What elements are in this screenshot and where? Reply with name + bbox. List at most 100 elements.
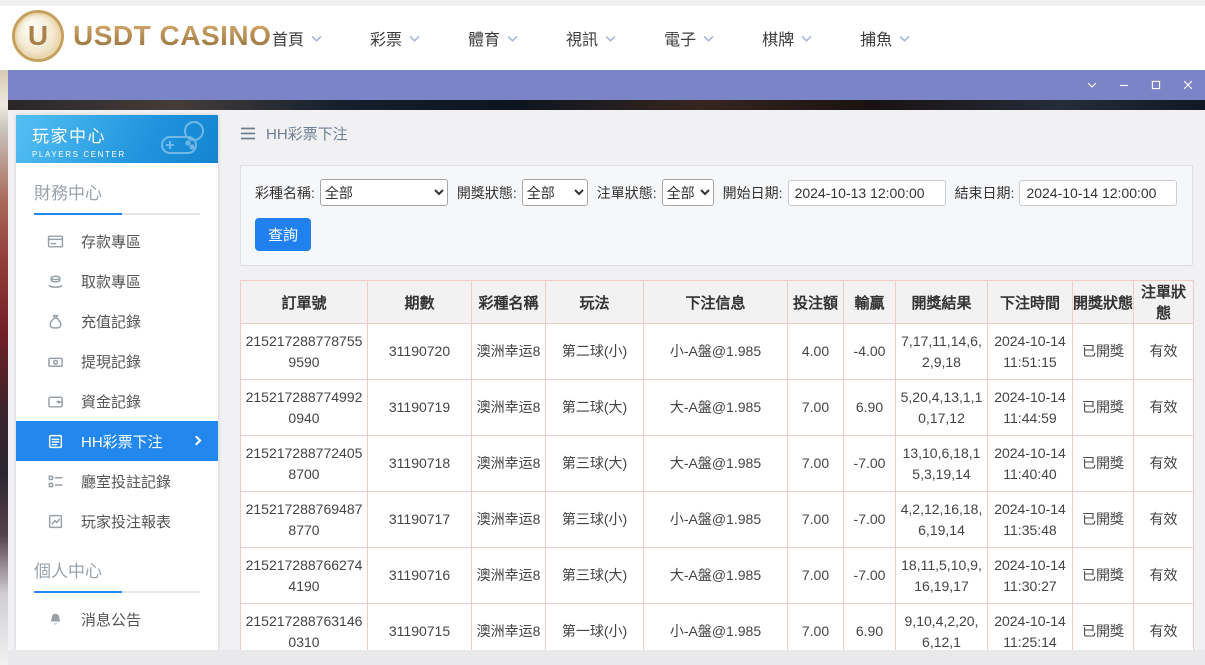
- window-titlebar[interactable]: [8, 70, 1205, 100]
- table-cell: 4.00: [788, 324, 844, 380]
- table-cell: 2152172887749920940: [241, 380, 368, 436]
- app-window: 玩家中心 PLAYERS CENTER 財務中心存款專區取款專區充值記錄提現記錄…: [8, 70, 1205, 665]
- table-cell: 31190720: [368, 324, 472, 380]
- nav-item-6[interactable]: 捕魚: [860, 26, 910, 50]
- room-bets-icon: [47, 473, 64, 490]
- lottery-bets-icon: [47, 433, 64, 450]
- sidebar-item-0-3[interactable]: 提現記錄: [16, 341, 218, 381]
- sidebar-item-0-4[interactable]: 資金記錄: [16, 381, 218, 421]
- start-date-input[interactable]: [788, 180, 946, 206]
- order-status-select[interactable]: 全部: [662, 179, 714, 206]
- bottom-scroll-strip[interactable]: [8, 650, 1205, 665]
- nav-item-label: 首頁: [272, 26, 304, 50]
- top-navigation-bar: U USDT CASINO 首頁 彩票 體育 視訊 電子 棋牌 捕魚: [0, 0, 1205, 70]
- logo[interactable]: U USDT CASINO: [12, 10, 271, 62]
- table-row: 215217288774992094031190719澳洲幸运8第二球(大)大-…: [241, 380, 1194, 436]
- funds-record-icon: [47, 393, 64, 410]
- end-date-label: 結束日期:: [955, 183, 1015, 203]
- table-cell: 第二球(小): [546, 324, 644, 380]
- sidebar-item-0-7[interactable]: 玩家投注報表: [16, 501, 218, 541]
- table-cell: 澳洲幸运8: [472, 492, 546, 548]
- table-cell: 7.00: [788, 436, 844, 492]
- main-content: HH彩票下注 彩種名稱: 全部 開獎狀態: 全部 注單狀態: 全部 開始日期: …: [240, 110, 1193, 665]
- table-cell: 2024-10-14 11:51:15: [988, 324, 1073, 380]
- sidebar-item-0-0[interactable]: 存款專區: [16, 221, 218, 261]
- section-underline: [34, 213, 200, 215]
- table-cell: 2152172887724058700: [241, 436, 368, 492]
- lottery-name-label: 彩種名稱:: [255, 183, 315, 203]
- section-underline: [34, 591, 200, 593]
- nav-item-0[interactable]: 首頁: [272, 26, 322, 50]
- main-nav: 首頁 彩票 體育 視訊 電子 棋牌 捕魚: [272, 6, 910, 70]
- sidebar-item-0-6[interactable]: 廳室投註記錄: [16, 461, 218, 501]
- column-header: 投注額: [788, 281, 844, 324]
- nav-item-2[interactable]: 體育: [468, 26, 518, 50]
- draw-status-select[interactable]: 全部: [522, 179, 588, 206]
- table-cell: 澳洲幸运8: [472, 436, 546, 492]
- table-cell: 大-A盤@1.985: [644, 380, 788, 436]
- table-cell: 7.00: [788, 380, 844, 436]
- window-close-button[interactable]: [1178, 74, 1197, 96]
- table-cell: 31190718: [368, 436, 472, 492]
- chevron-down-icon: [409, 35, 420, 43]
- table-cell: -7.00: [844, 548, 896, 604]
- deposit-icon: [47, 233, 64, 250]
- nav-item-5[interactable]: 棋牌: [762, 26, 812, 50]
- nav-item-3[interactable]: 視訊: [566, 26, 616, 50]
- table-cell: 有效: [1134, 492, 1194, 548]
- sidebar-item-label: 廳室投註記錄: [81, 471, 171, 492]
- page-title: HH彩票下注: [266, 123, 348, 144]
- minimize-icon: [1118, 79, 1130, 91]
- table-cell: 澳洲幸运8: [472, 324, 546, 380]
- notice-icon: [47, 611, 64, 628]
- column-header: 下注時間: [988, 281, 1073, 324]
- table-cell: 7.00: [788, 492, 844, 548]
- nav-item-label: 視訊: [566, 26, 598, 50]
- table-cell: 2024-10-14 11:40:40: [988, 436, 1073, 492]
- table-cell: 已開獎: [1073, 324, 1134, 380]
- bets-table: 訂單號期數彩種名稱玩法下注信息投注額輸贏開獎結果下注時間開獎狀態注單狀態 215…: [240, 280, 1194, 665]
- gamepad-icon: [154, 119, 208, 159]
- table-cell: 31190717: [368, 492, 472, 548]
- search-button[interactable]: 查詢: [255, 218, 311, 251]
- sidebar-item-label: 存款專區: [81, 231, 141, 252]
- table-cell: 31190716: [368, 548, 472, 604]
- table-cell: 2152172887787559590: [241, 324, 368, 380]
- column-header: 輸贏: [844, 281, 896, 324]
- table-cell: 4,2,12,16,18,6,19,14: [896, 492, 988, 548]
- sidebar-item-0-1[interactable]: 取款專區: [16, 261, 218, 301]
- withdrawal-record-icon: [47, 353, 64, 370]
- column-header: 期數: [368, 281, 472, 324]
- logo-text: USDT CASINO: [73, 20, 271, 52]
- chevron-down-icon: [703, 35, 714, 43]
- nav-item-label: 彩票: [370, 26, 402, 50]
- window-minimize-button[interactable]: [1114, 74, 1133, 96]
- table-cell: 大-A盤@1.985: [644, 548, 788, 604]
- chevron-right-icon: [192, 436, 202, 446]
- table-cell: 有效: [1134, 436, 1194, 492]
- table-row: 215217288766274419031190716澳洲幸运8第三球(大)大-…: [241, 548, 1194, 604]
- workspace: 玩家中心 PLAYERS CENTER 財務中心存款專區取款專區充值記錄提現記錄…: [8, 110, 1205, 665]
- table-cell: 小-A盤@1.985: [644, 324, 788, 380]
- column-header: 開獎狀態: [1073, 281, 1134, 324]
- order-status-label: 注單狀態:: [597, 183, 657, 203]
- window-maximize-button[interactable]: [1146, 74, 1165, 96]
- sidebar-item-0-5[interactable]: HH彩票下注: [16, 421, 218, 461]
- table-cell: 第三球(小): [546, 492, 644, 548]
- window-collapse-button[interactable]: [1082, 74, 1101, 96]
- sidebar-item-0-2[interactable]: 充值記錄: [16, 301, 218, 341]
- lottery-name-select[interactable]: 全部: [320, 179, 448, 206]
- table-cell: 6.90: [844, 380, 896, 436]
- table-cell: 7,17,11,14,6,2,9,18: [896, 324, 988, 380]
- table-cell: 已開獎: [1073, 380, 1134, 436]
- nav-item-label: 捕魚: [860, 26, 892, 50]
- table-cell: 31190719: [368, 380, 472, 436]
- nav-item-4[interactable]: 電子: [664, 26, 714, 50]
- end-date-input[interactable]: [1019, 180, 1177, 206]
- sidebar-item-1-0[interactable]: 消息公告: [16, 599, 218, 639]
- nav-item-1[interactable]: 彩票: [370, 26, 420, 50]
- table-row: 215217288769487877031190717澳洲幸运8第三球(小)小-…: [241, 492, 1194, 548]
- sidebar-item-label: 資金記錄: [81, 391, 141, 412]
- menu-icon[interactable]: [240, 127, 256, 140]
- table-row: 215217288772405870031190718澳洲幸运8第三球(大)大-…: [241, 436, 1194, 492]
